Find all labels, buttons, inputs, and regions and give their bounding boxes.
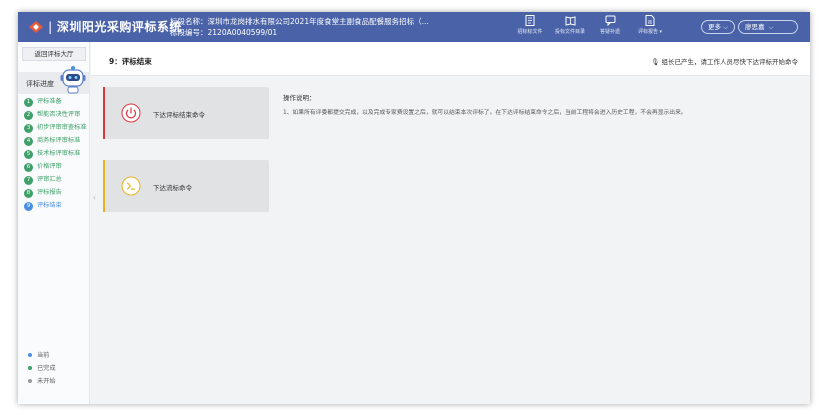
tool-report[interactable]: 评标报告 ▾ xyxy=(630,15,670,35)
content-header: 9：评标结束 🎙 组长已产生，请工作人员尽快下达评标开始命令 xyxy=(91,42,810,76)
instructions-title: 操作说明： xyxy=(283,94,316,102)
tool-bid-catalog[interactable]: 投标文件目录 xyxy=(550,15,590,35)
project-code: 2120A0040599/01 xyxy=(207,28,278,37)
document-icon xyxy=(525,15,535,26)
user-menu[interactable]: 廖思嘉 ⌵ xyxy=(738,20,798,34)
legend-item-done: 已完成 xyxy=(28,363,56,372)
step-item-8[interactable]: 8 评标报告 xyxy=(24,189,88,198)
app-window: | 深圳阳光采购评标系统 标段名称：深圳市龙岗排水有限公司2021年度食堂主副食品… xyxy=(18,12,810,404)
step-item-4[interactable]: 4 商务标评审标准 xyxy=(24,137,88,146)
logo-icon xyxy=(29,21,43,33)
step-list: 1 评标准备 2 帮能否决性评审 3 初步评审审查标准 4 商务标评审标准 5 技术标评审… xyxy=(24,98,88,215)
book-icon xyxy=(565,16,575,26)
robot-mascot-icon xyxy=(60,66,86,94)
report-icon xyxy=(645,15,655,26)
step-item-6[interactable]: 6 价格评审 xyxy=(24,163,88,172)
step-item-3[interactable]: 3 初步评审审查标准 xyxy=(24,124,88,133)
app-title: | 深圳阳光采购评标系统 xyxy=(48,20,182,34)
power-icon xyxy=(121,103,141,123)
chevron-down-icon: ⌵ xyxy=(723,23,729,31)
progress-tab: 评标进度 xyxy=(18,66,90,94)
terminal-icon xyxy=(121,176,141,196)
chat-icon xyxy=(605,15,615,26)
more-button[interactable]: 更多 ⌵ xyxy=(701,20,736,34)
end-evaluation-label: 下达评标结束命令 xyxy=(153,111,205,119)
tool-qa-addendum[interactable]: 答疑补遗 xyxy=(590,15,630,35)
tool-bidding-docs[interactable]: 招标标文件 xyxy=(510,15,550,35)
instructions-text: 1、如果所有评委都提交完成，以及完成专家费设置之后，就可以结束本次评标了。在下达… xyxy=(283,110,687,116)
failed-bid-label: 下达流标命令 xyxy=(153,184,192,192)
project-info: 标段名称：深圳市龙岗排水有限公司2021年度食堂主副食品配餐服务招标（... 标… xyxy=(170,17,429,37)
top-header: | 深圳阳光采购评标系统 标段名称：深圳市龙岗排水有限公司2021年度食堂主副食品… xyxy=(18,12,810,42)
status-notice: 🎙 组长已产生，请工作人员尽快下达评标开始命令 xyxy=(651,58,798,66)
legend-item-current: 当前 xyxy=(28,350,56,359)
step-item-2[interactable]: 2 帮能否决性评审 xyxy=(24,111,88,120)
user-name: 廖思嘉 xyxy=(745,23,765,31)
microphone-icon: 🎙 xyxy=(651,58,660,66)
status-legend: 当前 已完成 未开始 xyxy=(28,350,56,389)
back-to-hall-button[interactable]: 返回评标大厅 xyxy=(22,47,86,61)
failed-bid-card[interactable]: 下达流标命令 xyxy=(103,160,269,212)
progress-label: 评标进度 xyxy=(26,80,54,88)
end-evaluation-card[interactable]: 下达评标结束命令 xyxy=(103,87,269,139)
step-item-1[interactable]: 1 评标准备 xyxy=(24,98,88,107)
page-title: 9：评标结束 xyxy=(109,57,152,66)
legend-item-not-started: 未开始 xyxy=(28,376,56,385)
chevron-down-icon: ⌵ xyxy=(768,23,774,31)
step-item-7[interactable]: 7 评审汇总 xyxy=(24,176,88,185)
step-item-5[interactable]: 5 技术标评审标准 xyxy=(24,150,88,159)
sidebar: 返回评标大厅 评标进度 1 评标准备 2 帮能否决性评审 3 初步评审审查标准 4 商务… xyxy=(18,42,90,404)
project-name: 深圳市龙岗排水有限公司2021年度食堂主副食品配餐服务招标（... xyxy=(207,17,429,26)
step-item-9[interactable]: 9 评标结束 xyxy=(24,202,88,211)
collapse-sidebar-icon[interactable]: ‹ xyxy=(93,194,96,202)
